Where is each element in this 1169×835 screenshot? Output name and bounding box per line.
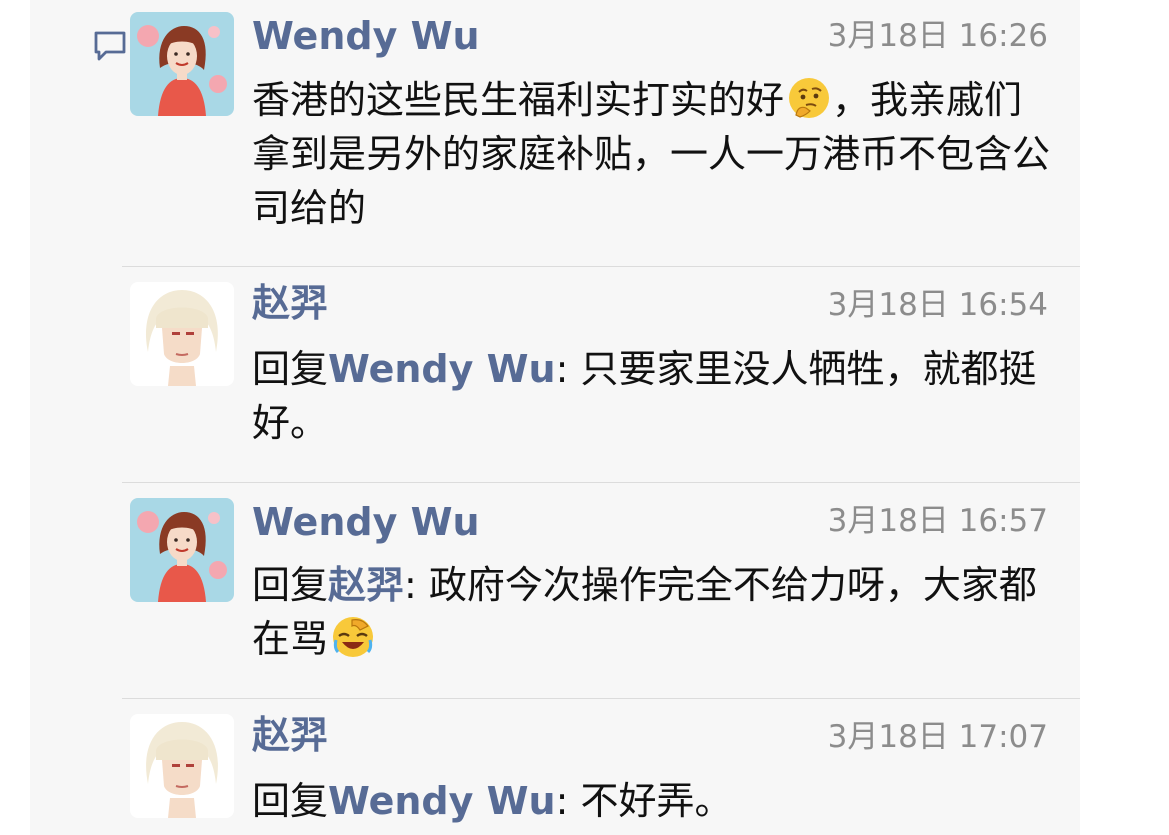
divider [122,266,1080,267]
comment-body: 香港的这些民生福利实打实的好 [252,78,785,122]
reply-to-name[interactable]: Wendy Wu [328,347,556,391]
reply-separator: : [555,347,581,391]
reply-to-name[interactable]: 赵羿 [328,563,404,607]
comment-author[interactable]: 赵羿 [252,716,328,754]
avatar-wendy-wu[interactable] [130,12,234,116]
reply-prefix: 回复 [252,563,329,607]
divider [122,482,1080,483]
comment-time: 3月18日 16:54 [827,287,1048,323]
reply-prefix: 回复 [252,779,329,823]
reply-to-name[interactable]: Wendy Wu [328,779,556,823]
reply-prefix: 回复 [252,347,329,391]
reply-separator: : [404,563,429,607]
avatar-zhao-yi[interactable] [130,714,234,818]
comment-author[interactable]: 赵羿 [252,284,328,322]
comment-text: 回复Wendy Wu: 不好弄。 [252,774,1052,828]
avatar-wendy-wu[interactable] [130,498,234,602]
comment-text: 香港的这些民生福利实打实的好 ，我亲戚们拿到是另外的家庭补贴，一人一万港币不包含公… [252,73,1052,235]
divider [122,698,1080,699]
reply-separator: : [555,779,581,823]
comment-text: 回复Wendy Wu: 只要家里没人牺牲，就都挺好。 [252,342,1052,450]
comment-body: 不好弄。 [580,779,733,823]
comment-author[interactable]: Wendy Wu [252,17,480,55]
comments-panel: Wendy Wu 3月18日 16:26 香港的这些民生福利实打实的好 ，我亲戚们… [30,0,1080,835]
facepalm-laugh-icon [333,617,374,657]
avatar-zhao-yi[interactable] [130,282,234,386]
comment-bubble-icon [94,31,126,61]
comment-author[interactable]: Wendy Wu [252,503,480,541]
thinking-face-icon [789,78,830,118]
comment-time: 3月18日 17:07 [827,719,1048,755]
comment-text: 回复赵羿: 政府今次操作完全不给力呀，大家都在骂 [252,558,1052,666]
comment-time: 3月18日 16:57 [827,503,1048,539]
comment-time: 3月18日 16:26 [827,18,1048,54]
